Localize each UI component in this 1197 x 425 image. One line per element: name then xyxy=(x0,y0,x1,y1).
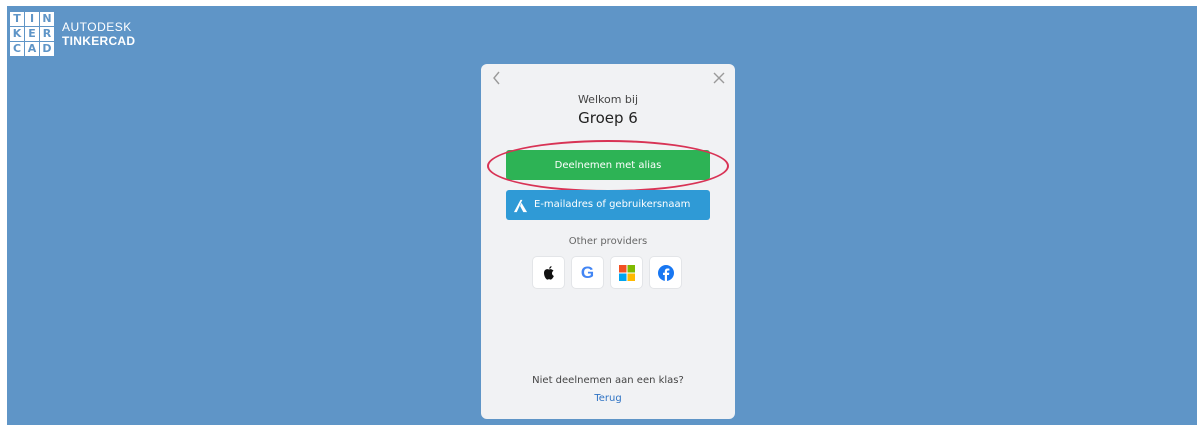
autodesk-icon xyxy=(513,199,528,213)
brand-autodesk: AUTODESK xyxy=(62,20,132,34)
logo-letter: A xyxy=(25,42,39,56)
brand-tinkercad: TINKERCAD xyxy=(62,34,136,48)
logo-letter: T xyxy=(10,12,24,26)
logo-letter: E xyxy=(25,27,39,41)
logo-letter: K xyxy=(10,27,24,41)
apple-signin-button[interactable] xyxy=(533,257,564,288)
facebook-signin-button[interactable] xyxy=(650,257,681,288)
chevron-left-icon[interactable] xyxy=(487,70,507,90)
not-join-text: Niet deelnemen aan een klas? xyxy=(532,375,684,386)
logo-letter: I xyxy=(25,12,39,26)
logo-wordmark: AUTODESK TINKERCAD xyxy=(62,20,135,48)
microsoft-icon xyxy=(618,264,635,281)
email-button-label: E-mailadres of gebruikersnaam xyxy=(534,199,691,210)
google-icon: G xyxy=(580,262,595,282)
join-with-alias-button[interactable]: Deelnemen met alias xyxy=(506,150,710,180)
close-icon[interactable] xyxy=(709,70,729,90)
apple-icon xyxy=(543,265,554,280)
google-signin-button[interactable]: G xyxy=(572,257,603,288)
group-name: Groep 6 xyxy=(578,109,638,127)
logo-letter: R xyxy=(40,27,54,41)
logo-letter: C xyxy=(10,42,24,56)
facebook-icon xyxy=(657,264,674,281)
microsoft-signin-button[interactable] xyxy=(611,257,642,288)
welcome-text: Welkom bij xyxy=(577,93,639,106)
logo-grid: T I N K E R C A D xyxy=(10,12,54,56)
email-username-button[interactable]: E-mailadres of gebruikersnaam xyxy=(506,190,710,220)
logo-letter: N xyxy=(40,12,54,26)
join-class-dialog: Welkom bij Groep 6 Deelnemen met alias E… xyxy=(481,64,735,419)
provider-list: G xyxy=(533,257,681,288)
other-providers-label: Other providers xyxy=(568,236,648,247)
tinkercad-logo[interactable]: T I N K E R C A D AUTODESK TINKERCAD xyxy=(10,12,135,56)
back-link[interactable]: Terug xyxy=(481,393,735,404)
logo-letter: D xyxy=(40,42,54,56)
